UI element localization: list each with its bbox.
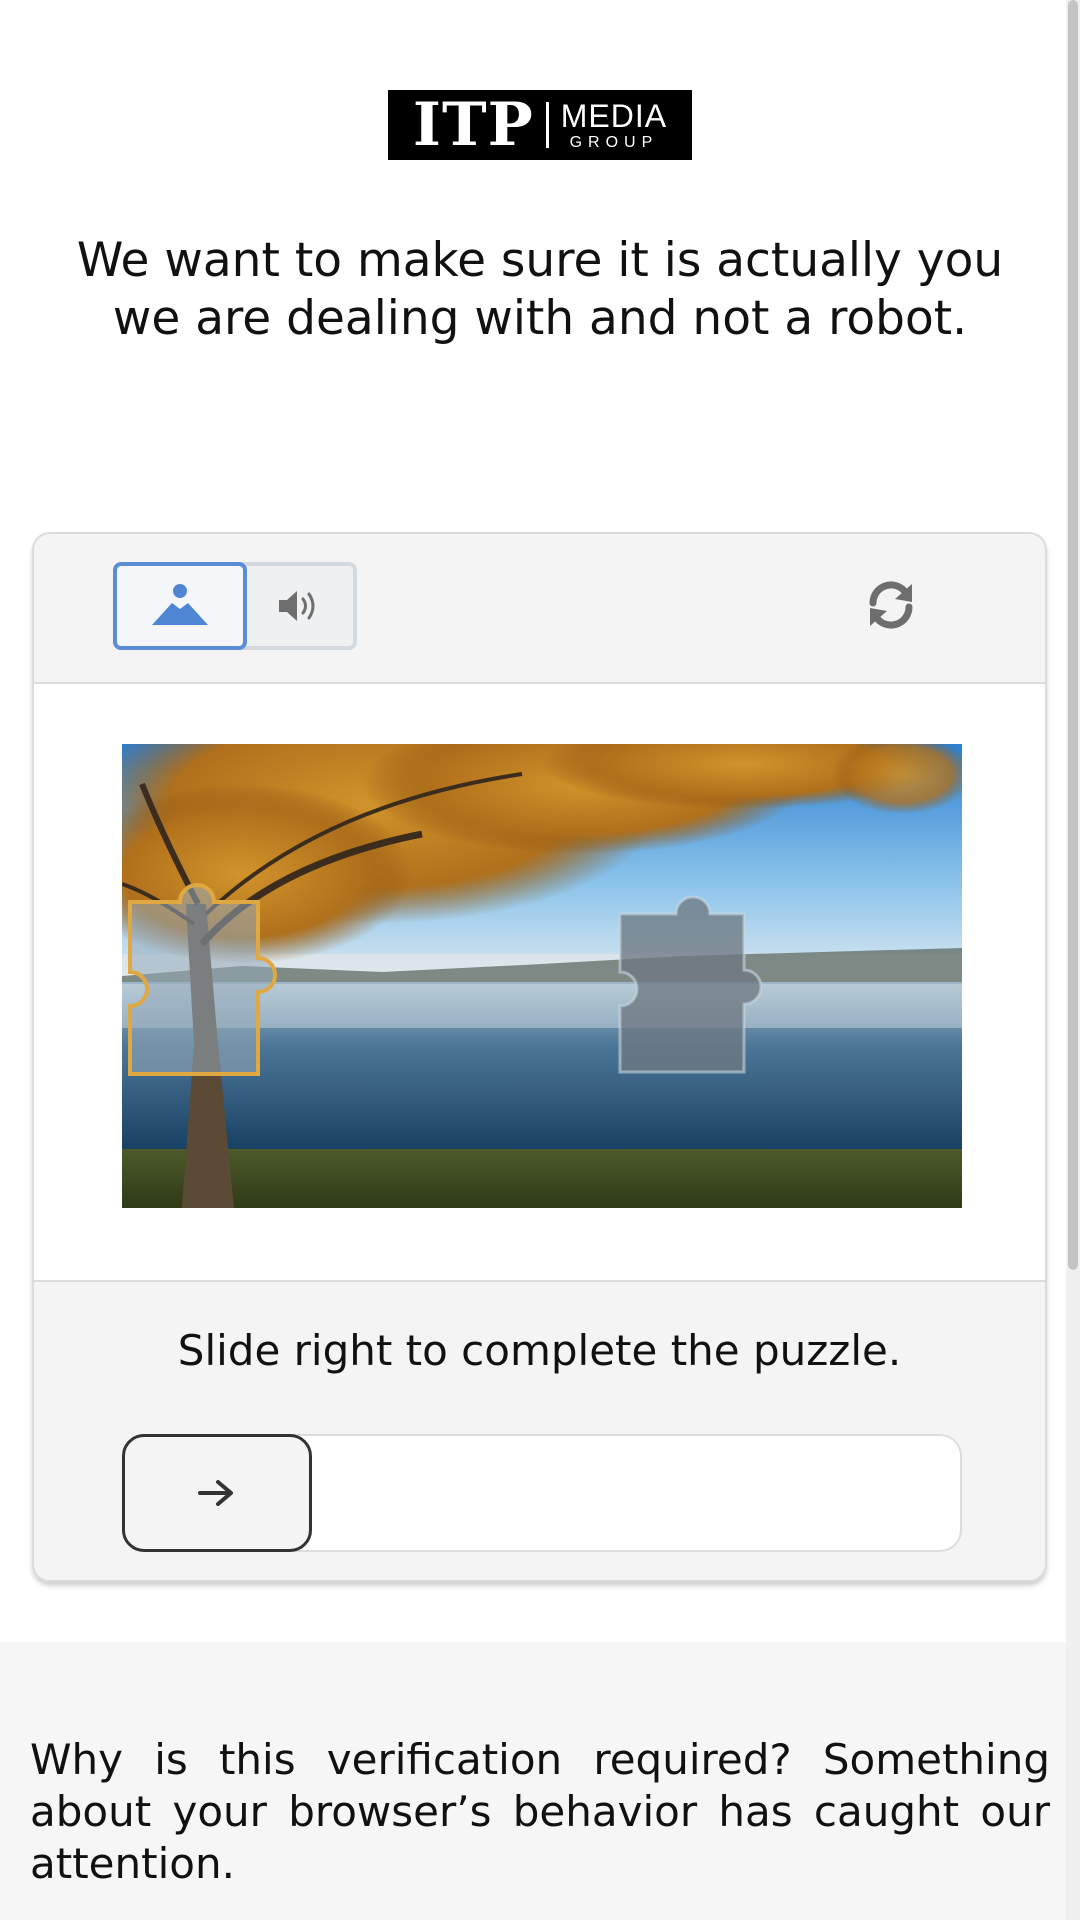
verification-explanation: Why is this verification required? Somet… bbox=[0, 1642, 1080, 1920]
puzzle-slot bbox=[618, 895, 763, 1074]
puzzle-image bbox=[122, 744, 962, 1208]
image-mode-button[interactable] bbox=[113, 562, 247, 650]
audio-mode-button[interactable] bbox=[247, 566, 353, 646]
captcha-toolbar bbox=[34, 534, 1045, 684]
why-verification-text: Why is this verification required? Somet… bbox=[30, 1735, 1050, 1888]
logo-media-group: MEDIA GROUP bbox=[561, 100, 667, 151]
logo-itp-text: ITP bbox=[412, 90, 534, 160]
itp-media-group-logo: ITP MEDIA GROUP bbox=[388, 90, 692, 160]
captcha-card: Slide right to complete the puzzle. bbox=[32, 532, 1047, 1582]
slider-handle[interactable] bbox=[122, 1434, 312, 1552]
lake-tree-scene bbox=[122, 744, 962, 1208]
puzzle-instruction: Slide right to complete the puzzle. bbox=[177, 1326, 902, 1375]
scrollbar-thumb[interactable] bbox=[1068, 0, 1078, 1270]
refresh-button[interactable] bbox=[858, 572, 924, 638]
refresh-icon bbox=[869, 581, 913, 629]
captcha-image-area bbox=[34, 684, 1045, 1282]
logo-media-text: MEDIA bbox=[560, 97, 668, 134]
arrow-right-icon bbox=[198, 1480, 233, 1506]
captcha-slider-area: Slide right to complete the puzzle. bbox=[34, 1282, 1045, 1580]
logo-group-text: GROUP bbox=[569, 133, 659, 151]
speaker-icon bbox=[279, 591, 315, 621]
page-headline: We want to make sure it is actually you … bbox=[76, 233, 1004, 346]
captcha-mode-toggle bbox=[113, 562, 357, 650]
puzzle-piece bbox=[128, 883, 277, 1076]
image-mountain-icon bbox=[152, 584, 208, 625]
logo-divider bbox=[545, 102, 549, 148]
